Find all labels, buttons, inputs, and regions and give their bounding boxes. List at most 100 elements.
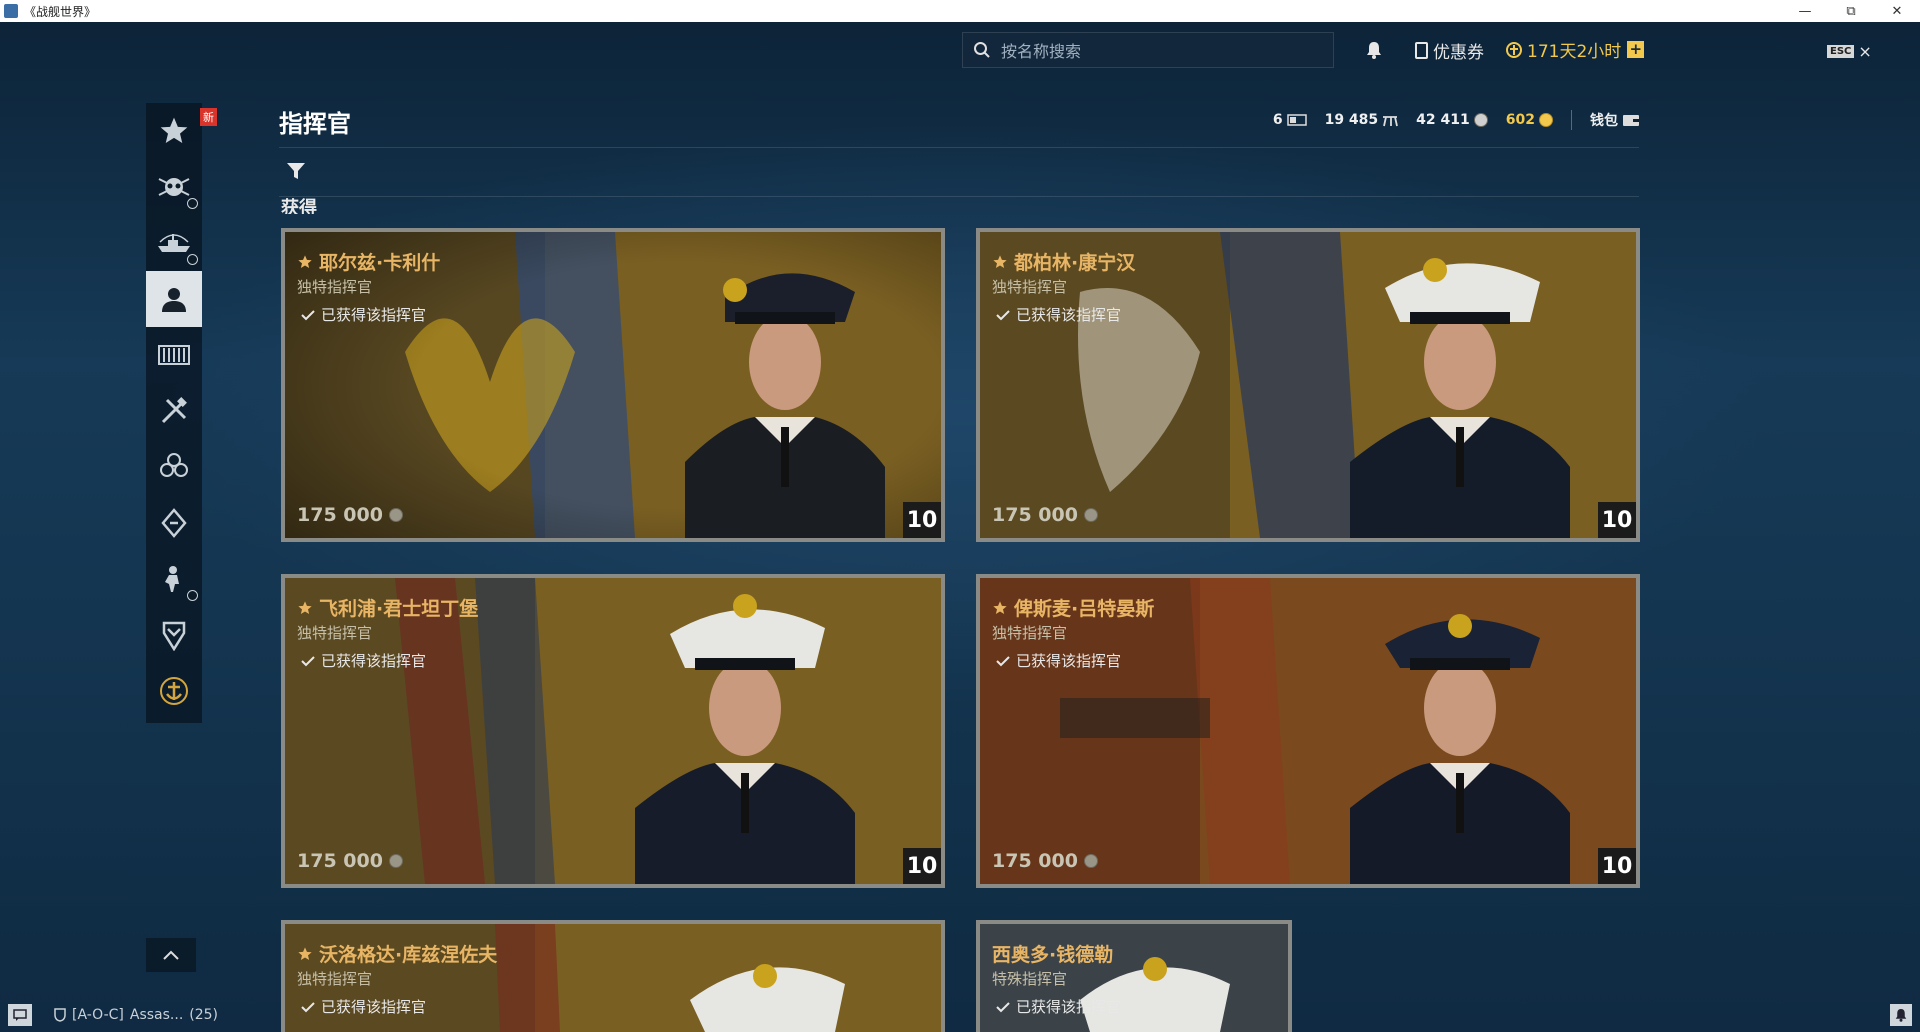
premium-days-value: 6 [1272,112,1283,128]
shield-icon [54,1008,66,1022]
commander-portrait-image [980,232,1636,538]
wallet-button[interactable]: 钱包 [1590,110,1640,130]
commander-card[interactable]: 飞利浦·君士坦丁堡 独特指挥官 已获得该指挥官 175 000 10 [281,574,945,888]
commander-name-text: 耶尔兹·卡利什 [319,252,441,274]
chat-icon [13,1009,27,1021]
price-value: 175 000 [992,850,1078,872]
price-value: 175 000 [992,504,1078,526]
sidebar-item-ranked[interactable] [146,607,202,663]
owned-status: 已获得该指挥官 [301,650,426,671]
sidebar-item-clan[interactable] [146,663,202,719]
ship-icon [158,234,190,252]
sidebar-item-directives[interactable] [146,495,202,551]
commander-card[interactable]: 耶尔兹·卡利什 独特指挥官 已获得该指挥官 175 000 10 [281,228,945,542]
online-count: (25) [189,1007,219,1023]
gold-coin-icon [1539,113,1553,127]
star-icon [298,254,312,268]
premium-icon [1506,41,1522,58]
star-icon [298,600,312,614]
sidebar-item-operations[interactable] [146,551,202,607]
divider [1571,110,1572,130]
checkmark-icon [301,309,315,320]
free-xp-resource[interactable]: 19 485 [1325,112,1399,128]
commander-portrait-image [285,578,941,884]
bell-icon[interactable] [1366,41,1382,59]
search-icon [974,42,990,58]
sidebar-item-campaigns[interactable] [146,439,202,495]
sidebar-item-events[interactable] [146,159,202,215]
coupon-icon [1415,42,1428,59]
sidebar-item-ships[interactable] [146,215,202,271]
price-value: 175 000 [297,850,383,872]
notifications-button[interactable] [1890,1004,1912,1026]
sidebar-item-workshop[interactable] [146,383,202,439]
premium-days-resource[interactable]: 6 [1273,112,1307,128]
gold-resource[interactable]: 602 [1506,112,1553,128]
chat-button[interactable] [8,1004,32,1026]
owned-status: 已获得该指挥官 [996,304,1121,325]
clock-icon [187,254,198,265]
wallet-icon [1623,115,1639,126]
filter-icon[interactable] [286,162,306,180]
crossed-tools-icon [161,397,187,424]
add-premium-button[interactable]: + [1627,41,1645,58]
star-icon [993,254,1007,268]
checkmark-icon [301,655,315,666]
owned-status-text: 已获得该指挥官 [1016,306,1122,324]
commander-name-text: 西奥多·钱德勒 [992,944,1114,966]
commander-type: 独特指挥官 [992,278,1068,296]
commander-level: 10 [1598,848,1636,884]
sidebar-item-favorites[interactable] [146,103,202,159]
filter-divider [279,196,1639,197]
search-placeholder: 按名称搜索 [1001,42,1082,61]
close-icon[interactable]: ✕ [1874,0,1920,22]
star-icon [160,117,188,143]
status-bar: [A-O-C] Assas... (25) [0,1000,1920,1032]
clover-icon [160,453,188,477]
app-icon [4,4,18,18]
esc-close-button[interactable]: ESC × [1827,42,1872,61]
price-value: 175 000 [297,504,383,526]
bell-icon [1895,1009,1907,1022]
sidebar-item-commanders[interactable] [146,271,202,327]
silver-coin-icon [1083,508,1098,522]
player-name: Assas... [129,1007,184,1023]
clock-icon [187,590,198,601]
close-icon: × [1858,42,1872,61]
checkmark-icon [996,655,1010,666]
free-xp-icon [1383,116,1399,127]
armory-icon [158,345,190,365]
silver-coin-icon [1473,113,1488,127]
star-icon [298,946,312,960]
commander-type: 独特指挥官 [297,278,373,296]
minimize-icon[interactable]: — [1782,0,1828,22]
coupon-button[interactable]: 优惠券 [1415,38,1484,63]
commander-type: 独特指挥官 [992,624,1068,642]
collapse-sidebar-button[interactable] [146,938,196,972]
commander-price: 175 000 [297,850,403,872]
owned-status: 已获得该指挥官 [301,304,426,325]
premium-account-button[interactable]: 171天2小时 + [1505,37,1645,62]
commander-icon [162,288,186,312]
restore-icon[interactable]: ⧉ [1828,0,1874,22]
commander-portrait-image [285,232,941,538]
header-divider [279,147,1639,148]
sidebar-item-armory[interactable] [146,327,202,383]
commander-card[interactable]: 俾斯麦·吕特晏斯 独特指挥官 已获得该指挥官 175 000 10 [976,574,1640,888]
left-sidebar [146,103,202,723]
commander-type: 独特指挥官 [297,624,373,642]
silver-resource[interactable]: 42 411 [1416,112,1488,128]
commander-type: 特殊指挥官 [992,970,1068,988]
commander-name: 耶尔兹·卡利什 [297,248,440,275]
search-input[interactable]: 按名称搜索 [962,32,1334,68]
commander-card[interactable]: 都柏林·康宁汉 独特指挥官 已获得该指挥官 175 000 10 [976,228,1640,542]
commander-name: 飞利浦·君士坦丁堡 [297,594,478,621]
top-bar: 按名称搜索 优惠券 171天2小时 + ESC × [0,22,1920,80]
resource-bar: 6 19 485 42 411 602 钱包 [1273,110,1640,130]
clock-icon [187,198,198,209]
owned-status-text: 已获得该指挥官 [321,306,427,324]
commander-name: 俾斯麦·吕特晏斯 [992,594,1154,621]
silver-coin-icon [388,854,403,868]
clan-info[interactable]: [A-O-C] Assas... (25) [54,1007,218,1023]
commander-name: 西奥多·钱德勒 [992,940,1113,967]
